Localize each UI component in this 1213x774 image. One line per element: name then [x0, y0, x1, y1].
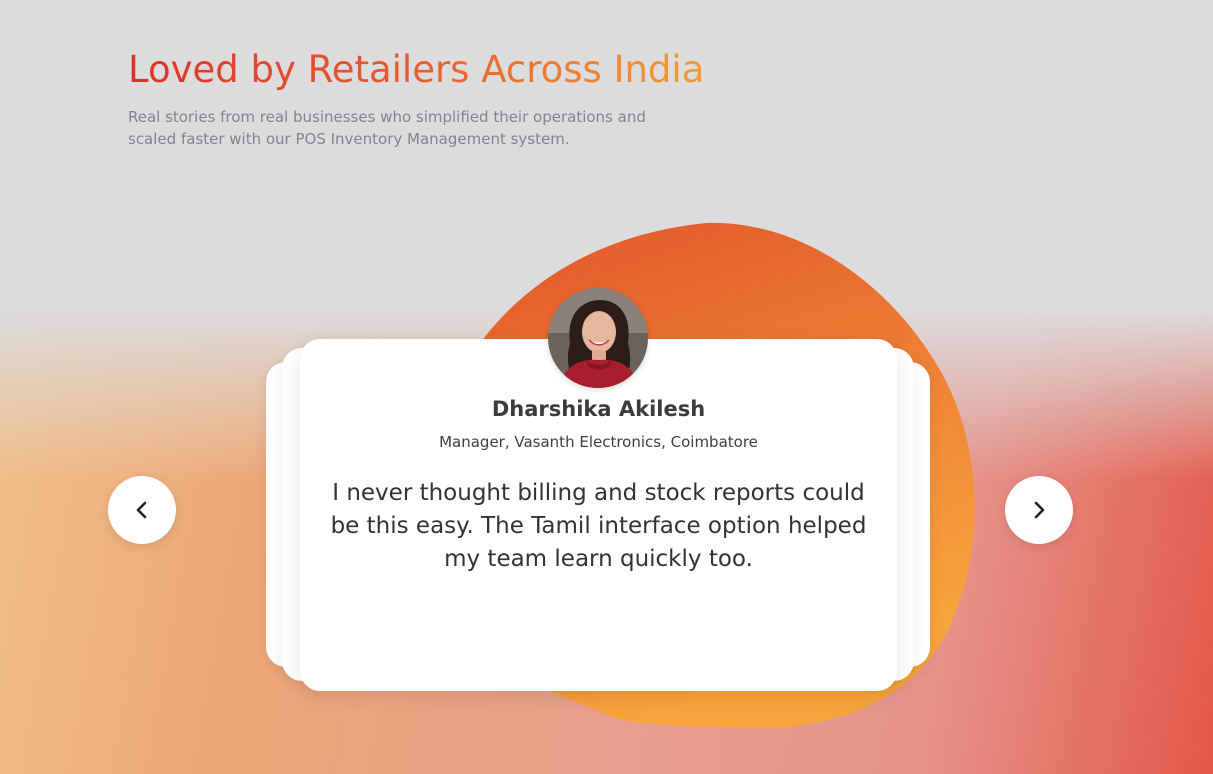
avatar — [548, 288, 648, 388]
section-title: Loved by Retailers Across India — [128, 44, 728, 96]
chevron-left-icon — [136, 501, 147, 519]
section-subtitle: Real stories from real businesses who si… — [128, 108, 646, 148]
chevron-right-icon — [1034, 501, 1045, 519]
testimonial-quote: I never thought billing and stock report… — [330, 480, 867, 572]
testimonial-role: Manager, Vasanth Electronics, Coimbatore — [439, 433, 758, 451]
testimonial-name: Dharshika Akilesh — [491, 397, 706, 421]
next-testimonial-button[interactable] — [1005, 476, 1073, 544]
testimonial-card: Dharshika Akilesh Manager, Vasanth Elect… — [300, 339, 897, 691]
previous-testimonial-button[interactable] — [108, 476, 176, 544]
section-header: Loved by Retailers Across India Real sto… — [128, 44, 728, 150]
